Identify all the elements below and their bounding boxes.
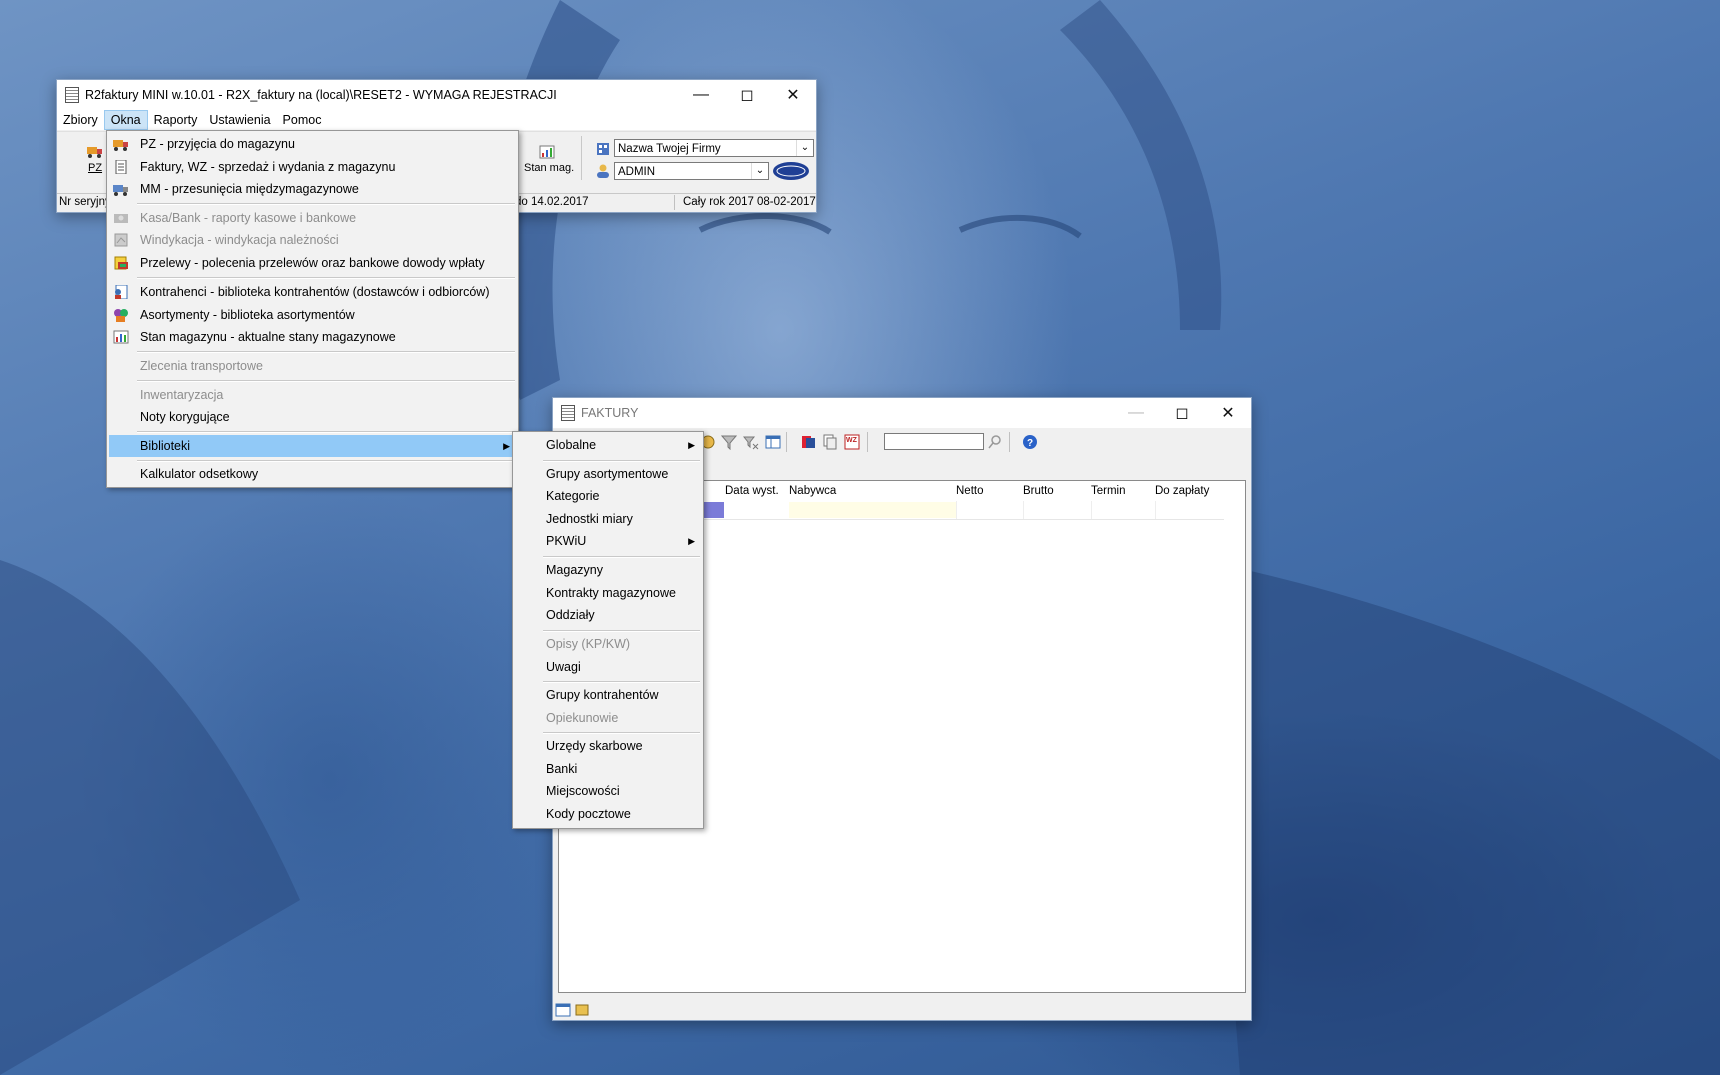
company-icon [597, 143, 609, 155]
minimize-button[interactable]: — [678, 80, 724, 110]
settings-icon[interactable] [574, 1002, 590, 1018]
transfer-money-icon [114, 256, 128, 270]
chevron-down-icon[interactable]: ⌄ [796, 140, 813, 156]
faktury-title: FAKTURY [581, 406, 639, 420]
submenu-item-miejscowosci[interactable]: Miejscowości [515, 780, 701, 802]
biblioteki-submenu: Globalne ▶ Grupy asortymentowe Kategorie… [512, 431, 704, 829]
truck-icon [87, 147, 102, 158]
pz-button[interactable]: PZ [83, 136, 107, 176]
col-brutto[interactable]: Brutto [1023, 485, 1054, 497]
pz-label: PZ [88, 162, 103, 174]
print-icon[interactable] [800, 434, 816, 450]
menu-item-faktury[interactable]: Faktury, WZ - sprzedaż i wydania z magaz… [109, 156, 516, 178]
menu-item-windykacja[interactable]: Windykacja - windykacja należności [109, 229, 516, 251]
status-date-to: do 14.02.2017 [515, 196, 589, 208]
menu-item-biblioteki[interactable]: Biblioteki ▶ [109, 435, 516, 457]
company-combo[interactable]: Nazwa Twojej Firmy ⌄ [614, 139, 814, 157]
status-serial: Nr seryjny [59, 196, 111, 208]
close-button[interactable]: ✕ [770, 80, 816, 110]
main-title: R2faktury MINI w.10.01 - R2X_faktury na … [85, 88, 557, 102]
company-combo-value: Nazwa Twojej Firmy [618, 143, 721, 155]
submenu-item-globalne[interactable]: Globalne ▶ [515, 434, 701, 456]
submenu-item-opiekunowie[interactable]: Opiekunowie [515, 707, 701, 729]
submenu-item-oddzialy[interactable]: Oddziały [515, 604, 701, 626]
filter-icon[interactable] [721, 434, 737, 450]
stan-mag-button[interactable]: Stan mag. [520, 136, 574, 176]
submenu-item-banki[interactable]: Banki [515, 758, 701, 780]
user-icon [597, 164, 609, 178]
user-combo[interactable]: ADMIN ⌄ [614, 162, 769, 180]
nabywca-cell [789, 502, 956, 518]
submenu-arrow-icon: ▶ [688, 536, 695, 546]
menu-raporty[interactable]: Raporty [148, 110, 204, 130]
submenu-item-urzedy-skarbowe[interactable]: Urzędy skarbowe [515, 735, 701, 757]
close-button[interactable]: ✕ [1205, 398, 1251, 428]
okna-menu: PZ - przyjęcia do magazynu Faktury, WZ -… [106, 130, 519, 488]
cash-icon [114, 214, 128, 223]
maximize-button[interactable]: ◻ [1159, 398, 1205, 428]
menu-item-przelewy[interactable]: Przelewy - polecenia przelewów oraz bank… [109, 252, 516, 274]
chevron-down-icon[interactable]: ⌄ [751, 163, 768, 179]
clear-filter-icon[interactable] [743, 434, 759, 450]
menu-item-kasa-bank[interactable]: Kasa/Bank - raporty kasowe i bankowe [109, 207, 516, 229]
col-nabywca[interactable]: Nabywca [789, 485, 836, 497]
menu-item-stan-magazynu[interactable]: Stan magazynu - aktualne stany magazynow… [109, 326, 516, 348]
submenu-arrow-icon: ▶ [688, 440, 695, 450]
submenu-item-grupy-asortymentowe[interactable]: Grupy asortymentowe [515, 463, 701, 485]
menu-zbiory[interactable]: Zbiory [57, 110, 104, 130]
search-icon[interactable] [987, 434, 1003, 450]
svg-text:?: ? [1027, 438, 1033, 449]
stan-mag-label: Stan mag. [524, 162, 575, 174]
invoice-icon [115, 160, 127, 174]
submenu-arrow-icon: ▶ [503, 441, 510, 451]
wz-icon[interactable]: WZ [844, 434, 860, 450]
submenu-item-jednostki-miary[interactable]: Jednostki miary [515, 508, 701, 530]
col-data-wyst[interactable]: Data wyst. [725, 485, 779, 497]
submenu-item-grupy-kontrahentow[interactable]: Grupy kontrahentów [515, 684, 701, 706]
menu-okna[interactable]: Okna [103, 110, 148, 130]
assortment-icon [114, 309, 128, 322]
truck-icon [113, 140, 128, 151]
contractors-icon [115, 285, 128, 299]
maximize-button[interactable]: ◻ [724, 80, 770, 110]
svg-text:WZ: WZ [846, 437, 858, 444]
search-input[interactable] [884, 433, 984, 450]
menu-item-asortymenty[interactable]: Asortymenty - biblioteka asortymentów [109, 304, 516, 326]
reset-logo [773, 162, 809, 180]
menu-item-pz[interactable]: PZ - przyjęcia do magazynu [109, 133, 516, 155]
menu-item-mm[interactable]: MM - przesunięcia międzymagazynowe [109, 178, 516, 200]
invoice-window-icon [561, 405, 575, 421]
menu-pomoc[interactable]: Pomoc [277, 110, 328, 130]
status-current-date: 08-02-2017 [757, 196, 816, 208]
menu-ustawienia[interactable]: Ustawienia [203, 110, 276, 130]
submenu-item-magazyny[interactable]: Magazyny [515, 559, 701, 581]
stock-icon [539, 145, 555, 159]
menu-item-zlecenia-transportowe[interactable]: Zlecenia transportowe [109, 355, 516, 377]
menu-item-inwentaryzacja[interactable]: Inwentaryzacja [109, 384, 516, 406]
col-netto[interactable]: Netto [956, 485, 984, 497]
submenu-item-opisy[interactable]: Opisy (KP/KW) [515, 633, 701, 655]
columns-icon[interactable] [765, 434, 781, 450]
user-combo-value: ADMIN [618, 166, 656, 178]
menu-item-kalkulator-odsetkowy[interactable]: Kalkulator odsetkowy [109, 463, 516, 485]
minimize-button[interactable]: — [1113, 398, 1159, 428]
transfer-icon [113, 185, 128, 196]
menu-item-noty-korygujace[interactable]: Noty korygujące [109, 406, 516, 428]
status-period: Cały rok 2017 [683, 196, 754, 208]
app-icon [65, 87, 79, 103]
help-icon[interactable]: ? [1022, 434, 1038, 450]
menubar: Zbiory Okna Raporty Ustawienia Pomoc [57, 110, 816, 130]
menu-item-kontrahenci[interactable]: Kontrahenci - biblioteka kontrahentów (d… [109, 281, 516, 303]
submenu-item-pkwiu[interactable]: PKWiU ▶ [515, 530, 701, 552]
stock-icon [113, 330, 129, 344]
submenu-item-uwagi[interactable]: Uwagi [515, 656, 701, 678]
submenu-item-kategorie[interactable]: Kategorie [515, 485, 701, 507]
col-termin[interactable]: Termin [1091, 485, 1126, 497]
copy-icon[interactable] [822, 434, 838, 450]
debt-icon [114, 233, 128, 247]
submenu-item-kontrakty-magazynowe[interactable]: Kontrakty magazynowe [515, 582, 701, 604]
col-do-zaplaty[interactable]: Do zapłaty [1155, 485, 1209, 497]
submenu-item-kody-pocztowe[interactable]: Kody pocztowe [515, 803, 701, 825]
layout-icon[interactable] [555, 1002, 571, 1018]
